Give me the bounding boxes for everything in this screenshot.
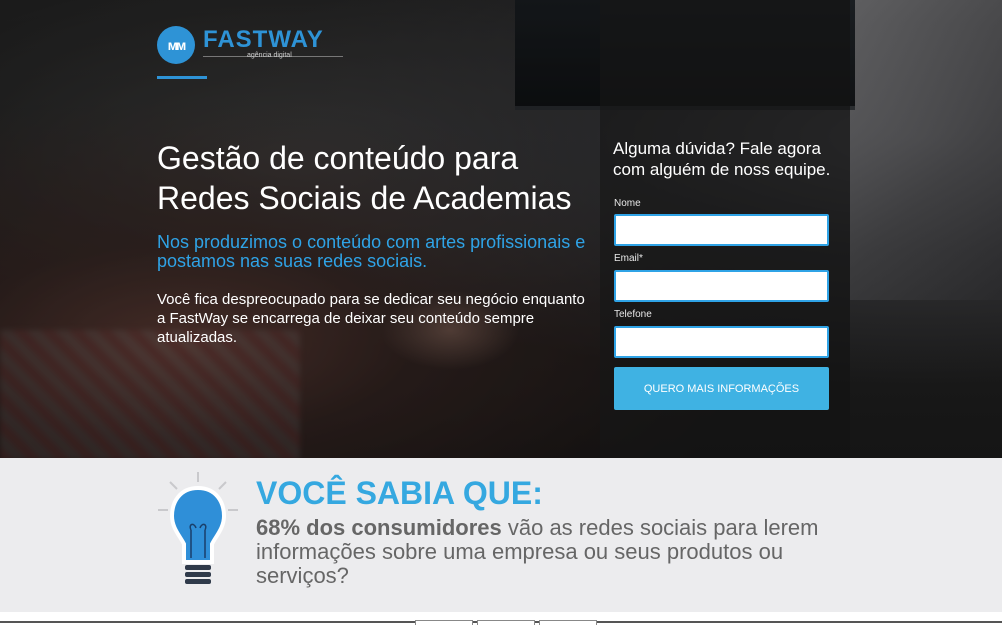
brand-tagline: agência digital (247, 52, 292, 59)
bottom-tab[interactable] (415, 620, 473, 625)
hero-section (0, 0, 1002, 458)
hero-subtitle: Nos produzimos o conteúdo com artes prof… (157, 232, 586, 271)
info-text: 68% dos consumidores vão as redes sociai… (256, 516, 856, 588)
logo-badge-icon: ᴍᴍ (157, 26, 195, 64)
name-label: Nome (614, 198, 641, 209)
hero-body-text: Você fica despreocupado para se dedicar … (157, 291, 585, 346)
brand-logo[interactable]: ᴍᴍ FASTWAY agência digital (157, 26, 347, 66)
info-heading: VOCÊ SABIA QUE: (256, 475, 543, 511)
form-title: Alguma dúvida? Fale agora com alguém de … (613, 139, 831, 179)
hero-overlay (0, 0, 600, 458)
hero-title: Gestão de conteúdo para Redes Sociais de… (157, 140, 572, 216)
bottom-tab[interactable] (477, 620, 535, 625)
phone-input[interactable] (614, 326, 829, 358)
email-input[interactable] (614, 270, 829, 302)
phone-label: Telefone (614, 309, 652, 320)
submit-button[interactable]: QUERO MAIS INFORMAÇÕES (614, 367, 829, 410)
bottom-tab[interactable] (539, 620, 597, 625)
email-label: Email* (614, 253, 643, 264)
brand-name: FASTWAY (203, 26, 324, 53)
info-highlight: 68% dos consumidores (256, 515, 502, 540)
name-input[interactable] (614, 214, 829, 246)
lightbulb-icon (158, 472, 238, 584)
accent-divider (157, 76, 207, 79)
background-screen (850, 0, 1002, 300)
